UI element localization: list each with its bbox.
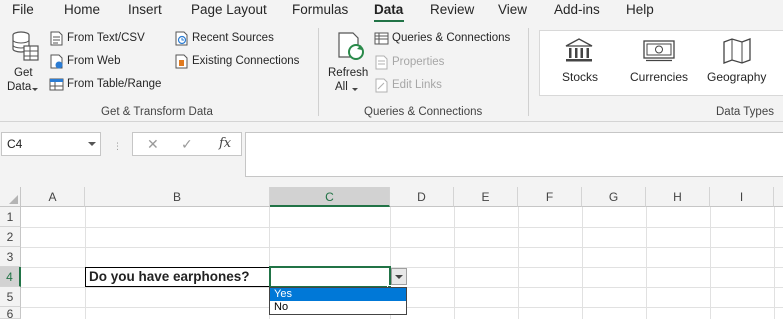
existing-connections-label: Existing Connections	[192, 55, 300, 67]
existing-connections-icon	[175, 54, 188, 69]
column-header-d[interactable]: D	[390, 187, 454, 207]
geography-map-icon	[723, 38, 751, 64]
gridline	[774, 207, 775, 319]
group-divider	[528, 28, 529, 116]
formula-buttons: ✕ ✓ fx	[132, 132, 242, 156]
dropdown-option-no[interactable]: No	[270, 301, 406, 314]
column-header-h[interactable]: H	[646, 187, 710, 207]
dropdown-button[interactable]	[391, 268, 407, 285]
gridline	[21, 227, 783, 228]
tab-page-layout[interactable]: Page Layout	[191, 2, 267, 17]
tab-insert[interactable]: Insert	[128, 2, 162, 17]
chevron-down-icon	[395, 275, 403, 279]
gridline	[454, 207, 455, 319]
row-header-1[interactable]: 1	[0, 207, 21, 227]
currencies-icon	[643, 40, 675, 62]
edit-links-icon	[375, 78, 388, 93]
gridline	[710, 207, 711, 319]
gridline	[582, 207, 583, 319]
formula-input[interactable]	[245, 132, 783, 177]
row-header-6[interactable]: 6	[0, 307, 21, 319]
column-header-c[interactable]: C	[270, 187, 390, 207]
get-data-label-1: Get	[14, 67, 33, 79]
tab-formulas[interactable]: Formulas	[292, 2, 348, 17]
tab-review[interactable]: Review	[430, 2, 474, 17]
chevron-down-icon	[352, 88, 358, 91]
worksheet-grid[interactable]: A B C D E F G H I 1 2 3 4 5 6 Do you hav…	[0, 187, 783, 319]
cell-c4-active[interactable]	[269, 266, 391, 288]
name-box-value: C4	[7, 137, 23, 151]
queries-connections-label: Queries & Connections	[392, 32, 511, 44]
column-header-i[interactable]: I	[710, 187, 774, 207]
chevron-down-icon[interactable]	[88, 142, 96, 146]
stocks-label: Stocks	[562, 70, 599, 84]
geography-label: Geography	[707, 70, 767, 84]
enter-icon[interactable]: ✓	[181, 136, 193, 153]
text-file-icon	[50, 31, 63, 46]
from-text-csv-label: From Text/CSV	[67, 32, 145, 44]
column-header-f[interactable]: F	[518, 187, 582, 207]
database-icon	[12, 31, 39, 61]
get-data-label-2: Data	[7, 81, 32, 93]
cancel-icon[interactable]: ✕	[147, 136, 159, 153]
refresh-all-label-2: All	[335, 81, 348, 93]
from-table-range-label: From Table/Range	[67, 78, 162, 90]
column-header-b[interactable]: B	[85, 187, 270, 207]
group-label-queries: Queries & Connections	[364, 106, 483, 118]
gridline	[85, 207, 86, 319]
tab-home[interactable]: Home	[64, 2, 100, 17]
group-label-get-transform: Get & Transform Data	[101, 106, 213, 118]
tab-file[interactable]: File	[12, 2, 34, 17]
tab-add-ins[interactable]: Add-ins	[554, 2, 600, 17]
refresh-all-label-1: Refresh	[328, 67, 369, 79]
column-header-e[interactable]: E	[454, 187, 518, 207]
tab-help[interactable]: Help	[626, 2, 654, 17]
queries-connections-icon	[374, 32, 389, 45]
row-header-5[interactable]: 5	[0, 287, 21, 307]
table-icon	[49, 78, 64, 91]
group-divider	[318, 28, 319, 116]
row-header-2[interactable]: 2	[0, 227, 21, 247]
formula-bar-area: C4 ⋮ ✕ ✓ fx	[0, 122, 783, 187]
from-web-label: From Web	[67, 55, 121, 67]
name-box[interactable]: C4	[1, 132, 101, 156]
dropdown-option-yes[interactable]: Yes	[270, 288, 406, 301]
chevron-down-icon	[32, 88, 38, 91]
insert-function-icon[interactable]: fx	[219, 136, 231, 151]
edit-links-label: Edit Links	[392, 79, 442, 91]
recent-sources-label: Recent Sources	[192, 32, 274, 44]
gridline	[21, 247, 783, 248]
column-header-g[interactable]: G	[582, 187, 646, 207]
column-header-j[interactable]	[774, 187, 783, 207]
recent-sources-icon	[175, 31, 188, 46]
column-header-a[interactable]: A	[21, 187, 85, 207]
dropdown-list: Yes No	[269, 287, 407, 315]
cell-b4[interactable]: Do you have earphones?	[85, 267, 270, 287]
row-header-4[interactable]: 4	[0, 267, 21, 287]
gridline	[646, 207, 647, 319]
stocks-bank-icon	[565, 38, 593, 62]
group-label-data-types: Data Types	[716, 106, 774, 118]
select-all-triangle-icon	[9, 195, 18, 204]
refresh-icon	[338, 32, 364, 60]
ribbon-tab-bar: File Home Insert Page Layout Formulas Da…	[0, 0, 783, 23]
tab-data[interactable]: Data	[374, 2, 403, 17]
gridline	[518, 207, 519, 319]
more-handle-icon[interactable]: ⋮	[113, 141, 123, 152]
select-all-button[interactable]	[0, 187, 21, 207]
row-header-3[interactable]: 3	[0, 247, 21, 267]
web-page-icon	[50, 54, 63, 69]
currencies-label: Currencies	[630, 70, 689, 84]
tab-view[interactable]: View	[498, 2, 527, 17]
ribbon: Get Data From Text/CSV From Web From Tab…	[0, 22, 783, 122]
properties-label: Properties	[392, 56, 445, 68]
properties-icon	[375, 55, 388, 70]
